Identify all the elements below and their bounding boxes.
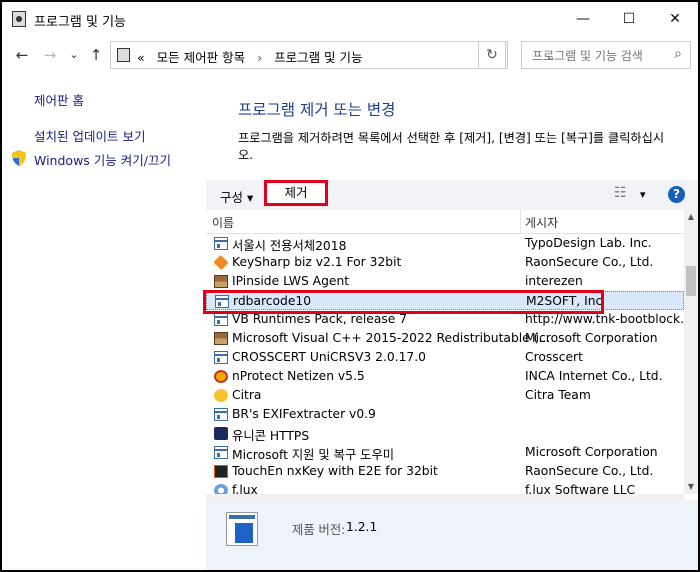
view-options-icon[interactable]: ☷ <box>614 185 627 201</box>
column-header-publisher[interactable]: 게시자 <box>525 214 558 231</box>
flux-icon <box>214 484 228 494</box>
key-icon <box>213 254 229 271</box>
program-publisher: INCA Internet Co., Ltd. <box>525 369 663 383</box>
table-row[interactable]: 유니콘 HTTPS <box>206 424 684 443</box>
nprotect-icon <box>214 370 228 383</box>
maximize-button[interactable]: ☐ <box>606 2 652 36</box>
installer-icon <box>214 275 228 288</box>
scrollbar-thumb[interactable] <box>686 266 696 296</box>
program-name: 서울시 전용서체2018 <box>232 239 347 253</box>
program-name: KeySharp biz v2.1 For 32bit <box>232 255 402 269</box>
citra-icon <box>214 389 228 402</box>
toolbar: 구성 ▾ 제거 ☷ ▾ ? <box>206 180 698 210</box>
program-publisher: f.lux Software LLC <box>525 483 636 494</box>
refresh-button[interactable]: ↻ <box>478 41 506 69</box>
scroll-down-icon[interactable]: ▼ <box>684 480 698 494</box>
sidebar-item-installed-updates[interactable]: 설치된 업데이트 보기 <box>34 126 145 145</box>
table-row[interactable]: Citra Citra Team <box>206 386 684 405</box>
control-panel-icon <box>117 48 130 62</box>
program-publisher: RaonSecure Co., Ltd. <box>525 464 654 478</box>
program-name: BR's EXIFextracter v0.9 <box>232 407 376 421</box>
program-name: 유니콘 HTTPS <box>232 429 310 443</box>
up-button[interactable]: ↑ <box>86 46 106 64</box>
forward-button[interactable]: → <box>40 46 60 64</box>
window-title: 프로그램 및 기능 <box>34 15 126 30</box>
program-name: f.lux <box>232 483 258 494</box>
window-icon <box>214 446 228 459</box>
uninstall-button[interactable]: 제거 <box>264 180 328 206</box>
unicorn-icon <box>214 427 228 440</box>
navigation-bar: ← → ⌄ ↑ « 모든 제어판 항목 › 프로그램 및 기능 ⌄ ↻ ⌕ <box>2 36 698 74</box>
program-name: CROSSCERT UniCRSV3 2.0.17.0 <box>232 350 426 364</box>
breadcrumb-all-items[interactable]: 모든 제어판 항목 <box>157 50 245 65</box>
close-button[interactable]: ✕ <box>652 2 698 36</box>
table-row[interactable]: CROSSCERT UniCRSV3 2.0.17.0 Crosscert <box>206 348 684 367</box>
table-row[interactable]: Microsoft 지원 및 복구 도우미 Microsoft Corporati… <box>206 443 684 462</box>
program-name: IPinside LWS Agent <box>232 274 350 288</box>
breadcrumb-separator[interactable]: › <box>257 50 262 65</box>
program-publisher: Microsoft Corporation <box>525 331 658 345</box>
control-panel-icon <box>12 11 26 27</box>
table-row[interactable]: TouchEn nxKey with E2E for 32bit RaonSecu… <box>206 462 684 481</box>
sidebar-item-control-panel-home[interactable]: 제어판 홈 <box>34 90 84 109</box>
breadcrumb-overflow[interactable]: « <box>137 50 145 65</box>
program-list: 이름 게시자 서울시 전용서체2018 TypoDesign Lab. Inc. K… <box>206 210 684 494</box>
program-large-icon <box>226 512 258 546</box>
details-pane: 제품 버전: 1.2.1 <box>206 500 698 570</box>
window-icon <box>214 237 228 250</box>
window-icon <box>214 408 228 421</box>
breadcrumb: « 모든 제어판 항목 › 프로그램 및 기능 <box>137 47 363 66</box>
table-row[interactable]: KeySharp biz v2.1 For 32bit RaonSecure Co… <box>206 253 684 272</box>
program-publisher: Crosscert <box>525 350 583 364</box>
product-version-value: 1.2.1 <box>346 520 378 534</box>
sidebar-item-windows-features[interactable]: Windows 기능 켜기/끄기 <box>34 150 171 169</box>
refresh-icon: ↻ <box>486 47 498 63</box>
breadcrumb-programs[interactable]: 프로그램 및 기능 <box>274 50 362 65</box>
page-description: 프로그램을 제거하려면 목록에서 선택한 후 [제거], [변경] 또는 [복구… <box>238 131 665 162</box>
search-box[interactable]: ⌕ <box>521 41 691 69</box>
shield-icon <box>12 150 26 166</box>
back-button[interactable]: ← <box>12 46 32 64</box>
selected-row-highlight <box>203 290 604 314</box>
table-row[interactable]: Microsoft Visual C++ 2015-2022 Redistrib… <box>206 329 684 348</box>
program-publisher: interezen <box>525 274 583 288</box>
program-publisher: http://www.tnk-bootblock.co <box>525 312 684 326</box>
window-icon <box>214 351 228 364</box>
address-bar[interactable]: « 모든 제어판 항목 › 프로그램 및 기능 ⌄ <box>110 41 555 69</box>
table-row[interactable]: 서울시 전용서체2018 TypoDesign Lab. Inc. <box>206 234 684 253</box>
nxkey-icon <box>214 465 228 478</box>
title-bar: 프로그램 및 기능 — ☐ ✕ <box>2 2 698 36</box>
program-name: Citra <box>232 388 262 402</box>
program-publisher: RaonSecure Co., Ltd. <box>525 255 654 269</box>
product-version-label: 제품 버전: <box>292 523 346 537</box>
organize-menu-button[interactable]: 구성 ▾ <box>220 187 253 206</box>
table-row[interactable]: IPinside LWS Agent interezen <box>206 272 684 291</box>
vertical-scrollbar[interactable]: ▲ ▼ <box>684 210 698 494</box>
search-icon: ⌕ <box>674 46 682 62</box>
table-row[interactable]: f.lux f.lux Software LLC <box>206 481 684 494</box>
program-name: Microsoft Visual C++ 2015-2022 Redistrib… <box>232 331 551 345</box>
table-row[interactable]: BR's EXIFextracter v0.9 <box>206 405 684 424</box>
minimize-button[interactable]: — <box>560 2 606 36</box>
column-divider[interactable] <box>520 210 521 233</box>
window-icon <box>214 313 228 326</box>
scroll-up-icon[interactable]: ▲ <box>684 210 698 224</box>
program-publisher: Citra Team <box>525 388 591 402</box>
column-header-name[interactable]: 이름 <box>212 214 234 231</box>
page-title: 프로그램 제거 또는 변경 <box>238 101 396 119</box>
table-row[interactable]: nProtect Netizen v5.5 INCA Internet Co., … <box>206 367 684 386</box>
search-input[interactable] <box>530 43 674 69</box>
program-publisher: Microsoft Corporation <box>525 445 658 459</box>
window: 프로그램 및 기능 — ☐ ✕ ← → ⌄ ↑ « 모든 제어판 항목 › 프로… <box>0 0 700 572</box>
help-button[interactable]: ? <box>668 186 685 203</box>
program-name: VB Runtimes Pack, release 7 <box>232 312 408 326</box>
view-options-dropdown[interactable]: ▾ <box>640 188 646 201</box>
list-header: 이름 게시자 <box>206 210 684 234</box>
installer-icon <box>214 332 228 345</box>
program-name: TouchEn nxKey with E2E for 32bit <box>232 464 438 478</box>
program-name: Microsoft 지원 및 복구 도우미 <box>232 448 395 462</box>
program-name: nProtect Netizen v5.5 <box>232 369 365 383</box>
program-publisher: TypoDesign Lab. Inc. <box>525 236 652 250</box>
recent-locations-button[interactable]: ⌄ <box>64 46 84 64</box>
